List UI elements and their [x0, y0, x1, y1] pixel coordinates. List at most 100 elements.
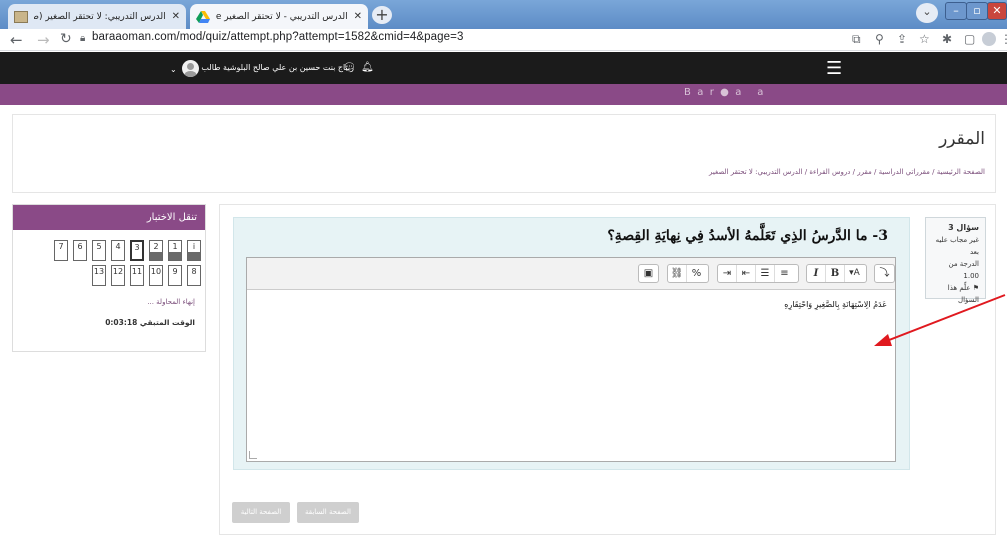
moodle-favicon	[14, 10, 28, 23]
show-more-buttons-icon[interactable]: ⤵	[875, 265, 894, 282]
quiz-nav-number: 10	[150, 267, 162, 276]
question-info-panel: سؤال 3 غير مجاب عليه بعد الدرجة من 1.00 …	[925, 217, 986, 304]
notifications-bell-icon[interactable]: 🔔︎	[361, 62, 374, 73]
quiz-navigation-block: تنقل الاختبار i 1 2 3 4 5 6 7 8 9 10 11 …	[12, 204, 206, 352]
answer-textarea[interactable]	[247, 291, 895, 461]
tab-search-icon[interactable]: ⌄	[916, 3, 938, 23]
quiz-nav-number: 12	[112, 267, 124, 276]
breadcrumb-item[interactable]: مقرر	[857, 168, 872, 176]
italic-icon[interactable]: I	[807, 265, 826, 282]
tab-quiz-attempt[interactable]: ✕ الدرس التدريبي: لا تحتقر الصغير (صفحة …	[8, 4, 186, 29]
quiz-nav-number: 2	[153, 242, 159, 251]
paragraph-styles-icon[interactable]: ▾A	[845, 265, 864, 282]
zoom-icon[interactable]: ⚲	[875, 32, 884, 46]
quiz-nav-number: 1	[172, 242, 178, 251]
answer-editor: ⤵ I B ▾A ⇥ ⇤ ☰ ≡ ⛓ % ▣ عَدَمُ الِاسْتِهَ…	[246, 257, 896, 462]
messages-icon[interactable]: 💬︎	[343, 62, 356, 73]
quiz-nav-number: i	[192, 242, 196, 251]
quiz-nav-button-13[interactable]: 13	[92, 265, 106, 286]
share-icon[interactable]: ⇪	[897, 32, 907, 46]
toolbar-group: I B ▾A	[806, 264, 867, 283]
toolbar-group: ⇥ ⇤ ☰ ≡	[717, 264, 799, 283]
maximize-button[interactable]: ▫	[966, 2, 988, 20]
site-navbar: ⌄ ريتاج بنت حسين بن علي صالح البلوشية طا…	[0, 52, 1007, 84]
annotation-arrow	[874, 294, 1006, 346]
quiz-nav-number: 5	[96, 242, 102, 251]
tab-title: الدرس التدريبي: لا تحتقر الصغير (صفحة 4	[34, 11, 166, 22]
ordered-list-icon[interactable]: ☰	[756, 265, 775, 282]
browser-tab-bar: ✕ الدرس التدريبي: لا تحتقر الصغير (صفحة …	[0, 0, 1007, 29]
quiz-nav-number: 7	[58, 242, 64, 251]
address-bar: ← → ↻ 🔒︎ baraaoman.com/mod/quiz/attempt.…	[0, 29, 1007, 51]
minimize-button[interactable]: –	[945, 2, 967, 20]
quiz-nav-button-8[interactable]: 8	[187, 265, 201, 286]
translate-icon[interactable]: ⧉	[852, 32, 861, 47]
google-drive-icon	[196, 10, 210, 23]
user-name[interactable]: ريتاج بنت حسين بن علي صالح البلوشية طالب	[201, 63, 354, 72]
link-icon[interactable]: %	[687, 265, 706, 282]
brand-logo-text: B a r ● a a	[684, 87, 764, 98]
finish-attempt-link[interactable]: إنهاء المحاولة ...	[147, 298, 195, 306]
breadcrumb-item[interactable]: دروس القراءة	[809, 168, 850, 176]
toolbar-group: ▣	[638, 264, 659, 283]
previous-page-button[interactable]: الصفحة السابقة	[297, 502, 359, 523]
chevron-down-icon[interactable]: ⌄	[170, 65, 177, 74]
hamburger-menu-icon[interactable]: ☰	[826, 60, 842, 78]
back-icon[interactable]: ←	[10, 31, 23, 49]
breadcrumb-item[interactable]: الدرس التدريبي: لا تحتقر الصغير	[709, 168, 803, 176]
lock-icon: 🔒︎	[80, 33, 86, 44]
insert-image-icon[interactable]: ▣	[639, 265, 658, 282]
quiz-nav-button-9[interactable]: 9	[168, 265, 182, 286]
tab-drive[interactable]: ✕ الدرس التدريبي - لا تحتقر الصغير Drive	[190, 4, 368, 29]
quiz-nav-button-12[interactable]: 12	[111, 265, 125, 286]
quiz-nav-button-2[interactable]: 2	[149, 240, 163, 261]
quiz-nav-button-3-current[interactable]: 3	[130, 240, 144, 261]
quiz-nav-number: 13	[93, 267, 105, 276]
bold-icon[interactable]: B	[826, 265, 845, 282]
resize-handle-icon[interactable]	[249, 451, 257, 459]
sidepanel-icon[interactable]: ▢	[964, 32, 975, 46]
bookmark-star-icon[interactable]: ☆	[919, 32, 930, 46]
editor-toolbar: ⤵ I B ▾A ⇥ ⇤ ☰ ≡ ⛓ % ▣	[247, 258, 895, 290]
quiz-nav-button-7[interactable]: 7	[54, 240, 68, 261]
user-avatar[interactable]	[182, 60, 199, 77]
question-mark: الدرجة من 1.00	[948, 260, 979, 280]
breadcrumb-item[interactable]: مقرراتي الدراسية	[879, 168, 930, 176]
quiz-nav-button-11[interactable]: 11	[130, 265, 144, 286]
quiz-nav-button-6[interactable]: 6	[73, 240, 87, 261]
url-field[interactable]: baraaoman.com/mod/quiz/attempt.php?attem…	[92, 31, 463, 43]
unlink-icon[interactable]: ⛓	[668, 265, 687, 282]
unordered-list-icon[interactable]: ≡	[775, 265, 794, 282]
question-formulation: 3- ما الدَّرسُ الذِي تَعَلَّمهُ الأسدُ ف…	[233, 217, 910, 470]
question-text: 3- ما الدَّرسُ الذِي تَعَلَّمهُ الأسدُ ف…	[607, 228, 888, 244]
quiz-nav-button-5[interactable]: 5	[92, 240, 106, 261]
page-header: المقرر الصفحة الرئيسية / مقرراتي الدراسي…	[12, 114, 996, 193]
breadcrumb: الصفحة الرئيسية / مقرراتي الدراسية / مقر…	[709, 168, 985, 176]
profile-avatar[interactable]	[982, 32, 996, 46]
close-tab-icon[interactable]: ✕	[172, 11, 180, 22]
close-window-button[interactable]: ✕	[987, 2, 1007, 20]
page-title: المقرر	[939, 129, 985, 149]
quiz-nav-button-1[interactable]: 1	[168, 240, 182, 261]
question-number: سؤال 3	[948, 223, 979, 232]
extensions-icon[interactable]: ✱	[942, 32, 952, 46]
quiz-nav-number: 8	[191, 267, 197, 276]
quiz-nav-button-i[interactable]: i	[187, 240, 201, 261]
quiz-nav-button-10[interactable]: 10	[149, 265, 163, 286]
menu-kebab-icon[interactable]: ⋮	[1000, 32, 1007, 46]
new-tab-button[interactable]: +	[372, 6, 392, 24]
forward-icon[interactable]: →	[37, 31, 50, 49]
reload-icon[interactable]: ↻	[60, 31, 72, 47]
question-status: غير مجاب عليه بعد	[935, 236, 979, 256]
quiz-nav-number: 9	[172, 267, 178, 276]
tab-title: الدرس التدريبي - لا تحتقر الصغير Drive	[216, 11, 348, 22]
toolbar-group: ⤵	[874, 264, 895, 283]
quiz-nav-number: 3	[134, 243, 140, 252]
toolbar-group: ⛓ %	[667, 264, 709, 283]
indent-icon[interactable]: ⇥	[718, 265, 737, 282]
close-tab-icon[interactable]: ✕	[354, 11, 362, 22]
outdent-icon[interactable]: ⇤	[737, 265, 756, 282]
breadcrumb-item[interactable]: الصفحة الرئيسية	[937, 168, 985, 176]
next-page-button[interactable]: الصفحة التالية	[232, 502, 290, 523]
quiz-nav-button-4[interactable]: 4	[111, 240, 125, 261]
